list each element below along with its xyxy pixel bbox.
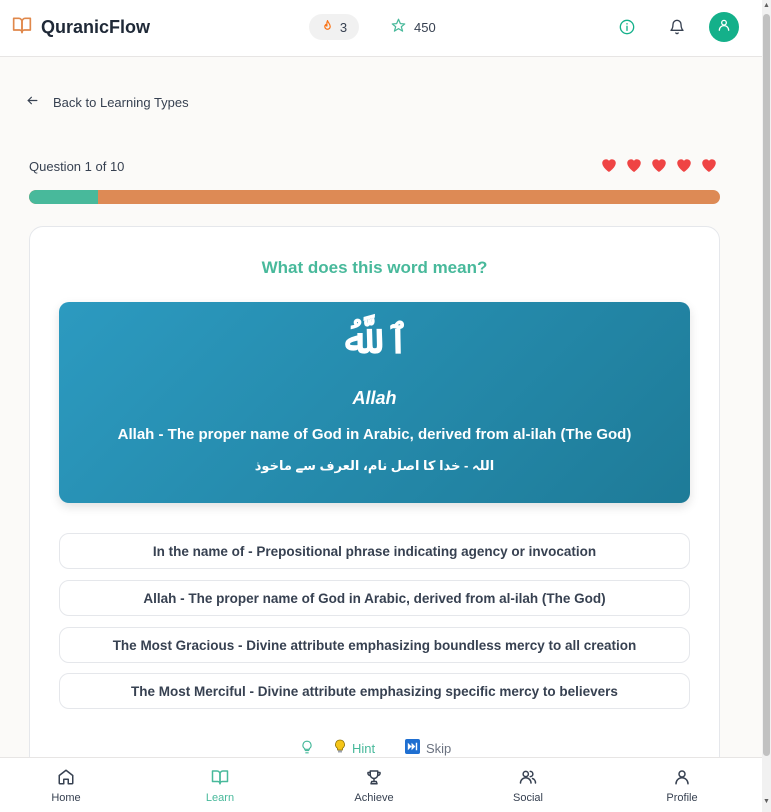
hint-label: Hint [352, 740, 376, 756]
question-prompt: What does this word mean? [261, 258, 488, 277]
answer-option[interactable]: In the name of - Prepositional phrase in… [59, 533, 690, 569]
brand[interactable]: QuranicFlow [11, 15, 150, 40]
answer-option[interactable]: The Most Merciful - Divine attribute emp… [59, 673, 690, 709]
top-header: QuranicFlow 3 450 [0, 0, 762, 57]
xp-count: 450 [414, 19, 436, 35]
hint-button[interactable]: Hint [300, 738, 375, 758]
users-icon [519, 768, 537, 789]
bottom-navigation: Home Learn Achieve Social Profile [0, 757, 762, 812]
nav-learn-label: Learn [205, 792, 235, 804]
nav-profile-label: Profile [666, 792, 698, 804]
heart-icon [700, 156, 718, 178]
quiz-progress-bar [29, 190, 720, 204]
bell-icon[interactable] [667, 17, 687, 37]
heart-icon [625, 156, 643, 178]
urdu-meaning: اللہ - خدا کا اصل نام، العرف سے ماخوذ [254, 458, 495, 473]
nav-home-label: Home [51, 792, 81, 804]
scroll-thumb[interactable] [763, 14, 770, 756]
scroll-up-arrow-icon[interactable]: ▲ [763, 2, 770, 9]
flame-icon [321, 19, 334, 36]
skip-button[interactable]: Skip [405, 738, 451, 758]
back-to-learning-types-link[interactable]: Back to Learning Types [26, 94, 189, 110]
nav-achieve-label: Achieve [354, 792, 394, 804]
transliteration: Allah [352, 388, 397, 408]
heart-icon [675, 156, 693, 178]
back-label: Back to Learning Types [53, 94, 189, 110]
nav-social-label: Social [513, 792, 543, 804]
word-panel: ٱللَّهُ Allah Allah - The proper name of… [59, 302, 690, 503]
heart-icon [650, 156, 668, 178]
trophy-icon [365, 768, 383, 789]
lightbulb-outline-icon [300, 740, 314, 757]
heart-icon [600, 156, 618, 178]
skip-label: Skip [426, 740, 452, 756]
word-meaning: Allah - The proper name of God in Arabic… [117, 426, 632, 443]
skip-icon [405, 739, 420, 757]
streak-badge[interactable]: 3 [309, 14, 359, 40]
nav-learn[interactable]: Learn [180, 768, 260, 804]
scroll-down-arrow-icon[interactable]: ▼ [763, 798, 770, 805]
home-icon [57, 768, 75, 789]
xp-badge[interactable]: 450 [391, 14, 436, 40]
nav-profile[interactable]: Profile [642, 768, 722, 804]
question-counter: Question 1 of 10 [29, 159, 125, 174]
user-icon [673, 768, 691, 789]
avatar[interactable] [709, 12, 739, 42]
arrow-left-icon [26, 94, 39, 110]
info-icon[interactable] [617, 17, 637, 37]
book-icon [11, 15, 33, 40]
answer-option[interactable]: The Most Gracious - Divine attribute emp… [59, 627, 690, 663]
answer-option[interactable]: Allah - The proper name of God in Arabic… [59, 580, 690, 616]
star-icon [391, 18, 406, 36]
page-scrollbar[interactable]: ▲ ▼ [762, 0, 771, 812]
app-title: QuranicFlow [41, 17, 151, 37]
arabic-word: ٱللَّهُ [339, 316, 410, 363]
quiz-progress-fill [29, 190, 99, 204]
user-icon [717, 18, 731, 37]
lives-hearts [600, 156, 718, 178]
nav-achieve[interactable]: Achieve [334, 768, 414, 804]
nav-home[interactable]: Home [26, 768, 106, 804]
lightbulb-icon [334, 739, 346, 757]
book-icon [211, 768, 229, 789]
nav-social[interactable]: Social [488, 768, 568, 804]
streak-count: 3 [339, 19, 348, 35]
